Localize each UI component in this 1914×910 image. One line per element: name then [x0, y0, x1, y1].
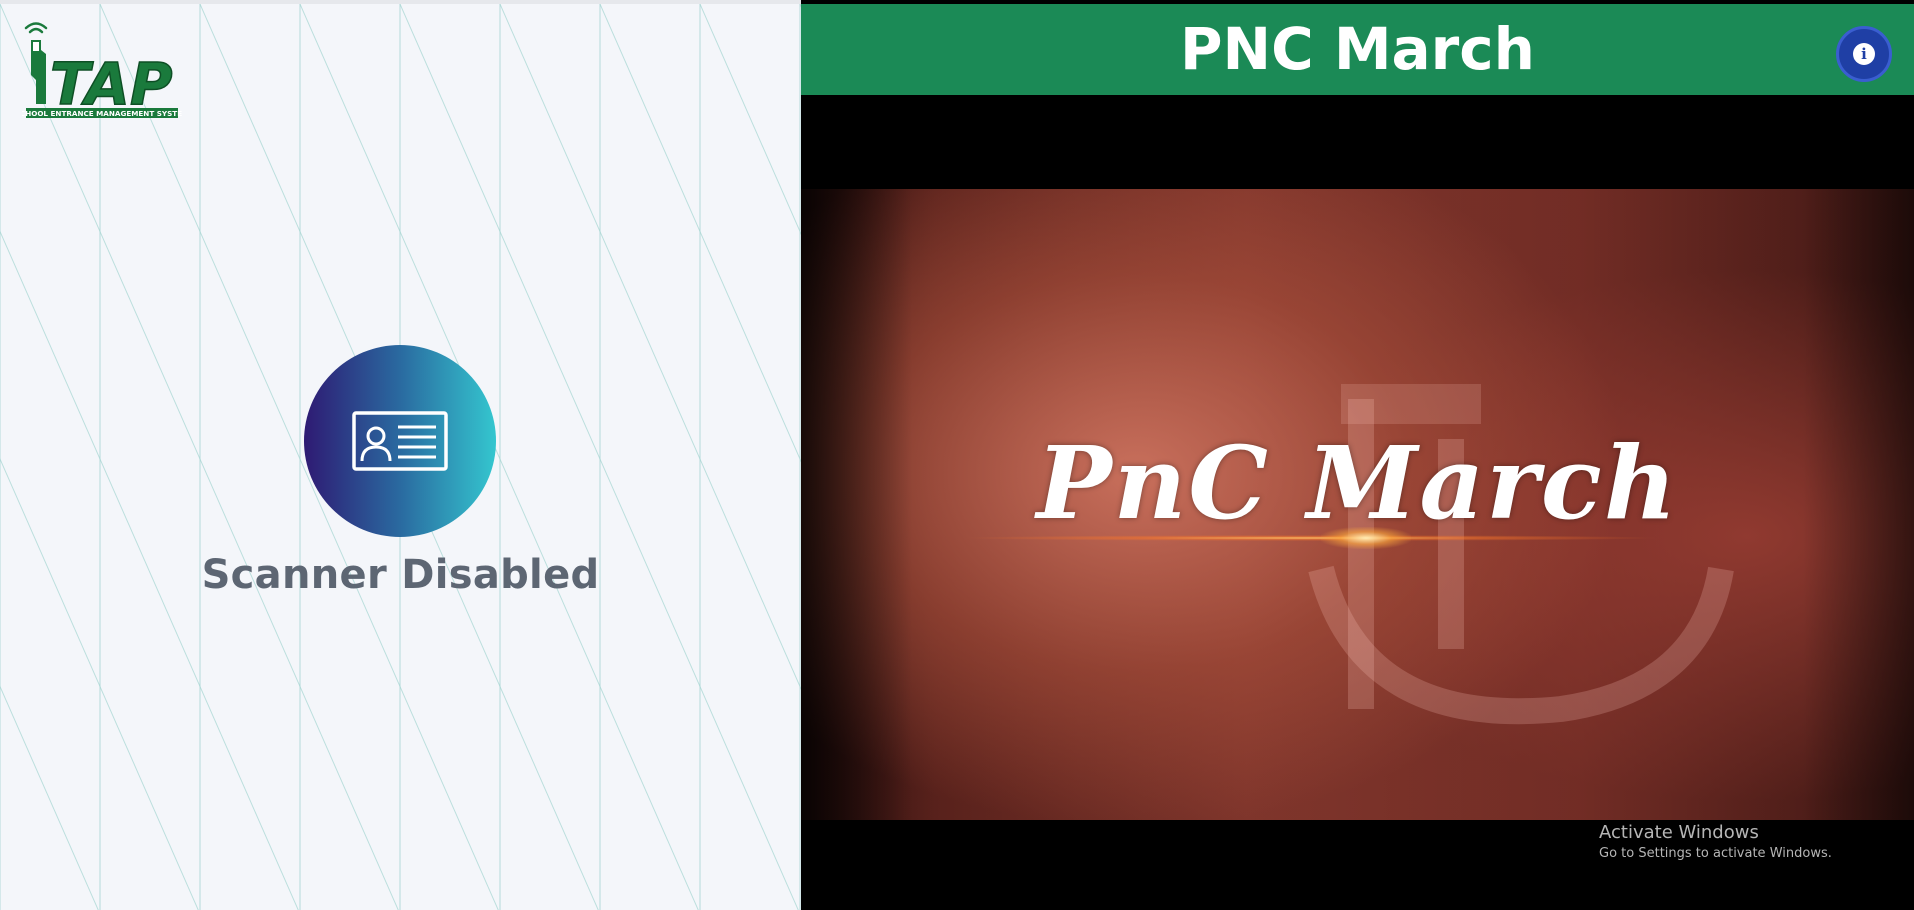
svg-text:TAP: TAP	[50, 50, 172, 118]
event-panel: PNC March i PnC March Activate Windows G…	[801, 0, 1914, 910]
scanner-panel: TAP SCHOOL ENTRANCE MANAGEMENT SYSTEM Sc…	[0, 0, 801, 910]
video-player[interactable]: PnC March	[801, 189, 1914, 820]
id-card-icon	[352, 411, 448, 471]
info-button[interactable]: i	[1836, 26, 1892, 82]
event-header: PNC March i	[801, 4, 1914, 95]
scanner-status-text: Scanner Disabled	[201, 552, 600, 598]
activate-windows-subtitle: Go to Settings to activate Windows.	[1599, 846, 1832, 861]
activate-windows-title: Activate Windows	[1599, 822, 1759, 843]
tap-logo: TAP SCHOOL ENTRANCE MANAGEMENT SYSTEM	[15, 20, 189, 124]
activate-windows-watermark: Activate Windows Go to Settings to activ…	[1599, 822, 1899, 864]
svg-text:SCHOOL ENTRANCE MANAGEMENT SYS: SCHOOL ENTRANCE MANAGEMENT SYSTEM	[22, 109, 182, 118]
scanner-status-indicator	[304, 345, 496, 537]
video-title: PnC March	[1036, 424, 1679, 542]
info-icon: i	[1853, 43, 1875, 65]
event-title: PNC March	[1180, 15, 1535, 83]
